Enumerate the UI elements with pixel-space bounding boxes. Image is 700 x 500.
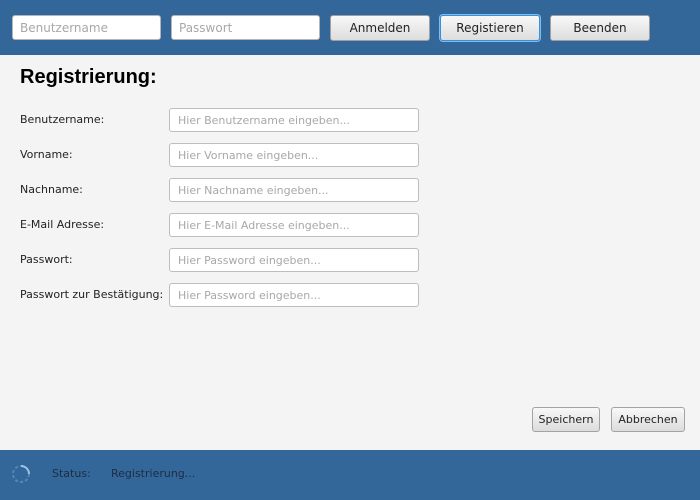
login-password-input[interactable] — [171, 15, 320, 40]
username-label: Benutzername: — [20, 113, 105, 126]
lastname-field[interactable] — [169, 178, 419, 202]
status-text: Registrierung... — [111, 467, 196, 480]
password-label: Passwort: — [20, 253, 73, 266]
page-title: Registrierung: — [20, 66, 157, 88]
password-confirm-field[interactable] — [169, 283, 419, 307]
password-confirm-label: Passwort zur Bestätigung: — [20, 288, 164, 301]
lastname-label: Nachname: — [20, 183, 83, 196]
status-label: Status: — [52, 467, 91, 480]
register-button[interactable]: Registieren — [440, 15, 540, 41]
firstname-field[interactable] — [169, 143, 419, 167]
email-field[interactable] — [169, 213, 419, 237]
save-button[interactable]: Speichern — [532, 407, 600, 432]
firstname-label: Vorname: — [20, 148, 73, 161]
password-field[interactable] — [169, 248, 419, 272]
quit-button[interactable]: Beenden — [550, 15, 650, 41]
email-label: E-Mail Adresse: — [20, 218, 105, 231]
username-field[interactable] — [169, 108, 419, 132]
cancel-button[interactable]: Abbrechen — [611, 407, 685, 432]
top-toolbar: Anmelden Registieren Beenden — [0, 0, 700, 55]
login-button[interactable]: Anmelden — [330, 15, 430, 41]
loading-spinner-icon — [11, 464, 31, 484]
login-username-input[interactable] — [12, 15, 161, 40]
status-bar: Status: Registrierung... — [0, 450, 700, 500]
